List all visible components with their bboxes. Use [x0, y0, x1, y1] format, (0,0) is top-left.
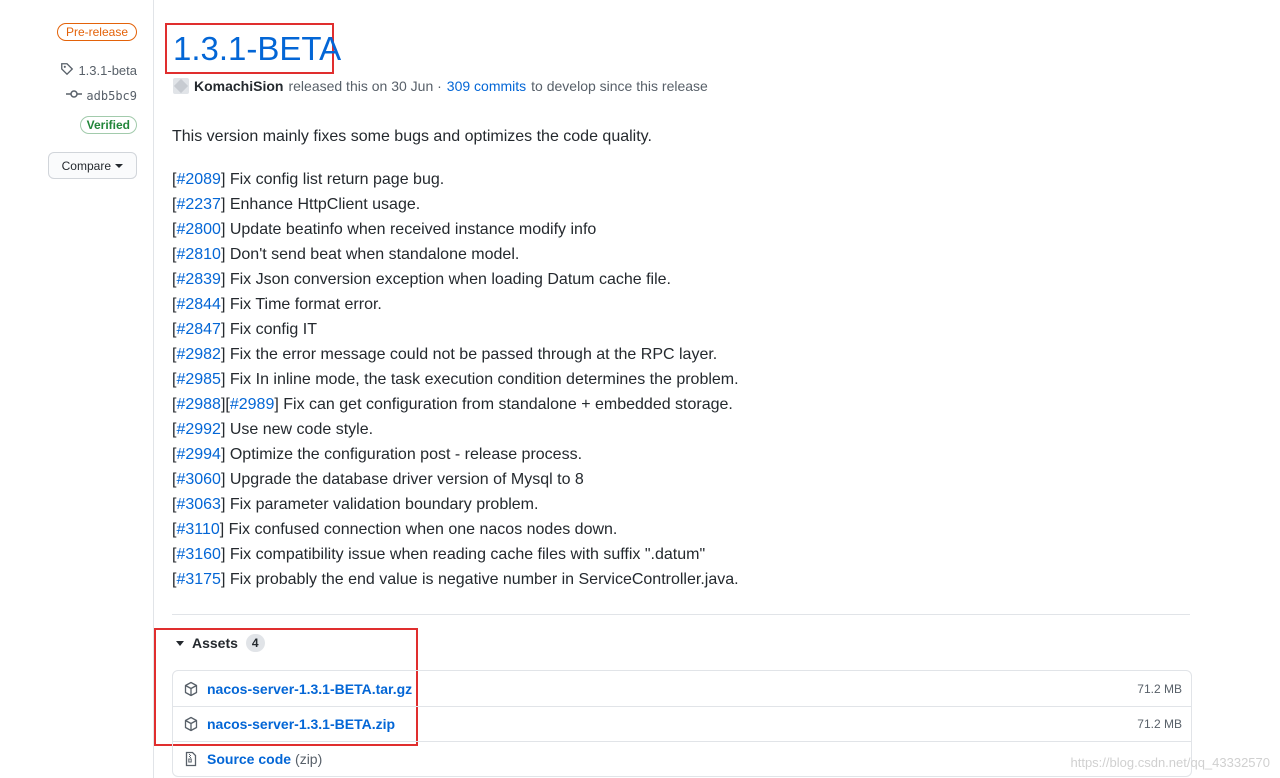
release-note-text: Fix can get configuration from standalon…: [278, 396, 733, 413]
release-note-text: Upgrade the database driver version of M…: [225, 471, 584, 488]
issue-link[interactable]: #2844: [176, 296, 221, 313]
release-notes-list: [#2089] Fix config list return page bug.…: [172, 167, 1182, 592]
assets-count: 4: [245, 634, 265, 652]
release-note-item: [#2237] Enhance HttpClient usage.: [172, 192, 1182, 217]
avatar[interactable]: [173, 78, 189, 94]
asset-link[interactable]: nacos-server-1.3.1-BETA.zip: [207, 716, 395, 732]
release-intro: This version mainly fixes some bugs and …: [172, 128, 652, 145]
assets-toggle[interactable]: Assets 4: [176, 634, 265, 652]
release-note-item: [#3063] Fix parameter validation boundar…: [172, 492, 1182, 517]
tag-icon: [60, 62, 74, 79]
release-notes-body: This version mainly fixes some bugs and …: [172, 125, 1182, 592]
release-note-item: [#2810] Don't send beat when standalone …: [172, 242, 1182, 267]
pre-release-badge: Pre-release: [56, 23, 137, 41]
release-meta: KomachiSion released this on 30 Jun · 30…: [173, 78, 708, 94]
asset-list: nacos-server-1.3.1-BETA.tar.gz 71.2 MB n…: [172, 670, 1192, 777]
release-note-item: [#3110] Fix confused connection when one…: [172, 517, 1182, 542]
release-note-text: Fix In inline mode, the task execution c…: [225, 371, 739, 388]
release-title[interactable]: 1.3.1-BETA: [173, 29, 341, 69]
issue-link[interactable]: #3110: [176, 521, 219, 538]
release-note-item: [#2089] Fix config list return page bug.: [172, 167, 1182, 192]
asset-row: Source code (zip): [173, 741, 1191, 776]
issue-link[interactable]: #2992: [176, 421, 221, 438]
release-note-item: [#2982] Fix the error message could not …: [172, 342, 1182, 367]
release-note-text: Fix compatibility issue when reading cac…: [225, 546, 706, 563]
tag-name: 1.3.1-beta: [78, 63, 137, 78]
divider: [172, 614, 1190, 615]
issue-link[interactable]: #2994: [176, 446, 221, 463]
release-sidebar: Pre-release 1.3.1-beta adb5bc9 Verified …: [0, 0, 153, 778]
release-note-item: [#2992] Use new code style.: [172, 417, 1182, 442]
release-note-text: Fix parameter validation boundary proble…: [225, 496, 539, 513]
commit-link[interactable]: adb5bc9: [66, 88, 137, 103]
assets-label: Assets: [192, 635, 238, 651]
release-note-item: [#3060] Upgrade the database driver vers…: [172, 467, 1182, 492]
file-zip-icon: [183, 751, 199, 767]
commit-hash: adb5bc9: [86, 88, 137, 103]
release-note-item: [#2844] Fix Time format error.: [172, 292, 1182, 317]
asset-row: nacos-server-1.3.1-BETA.zip 71.2 MB: [173, 706, 1191, 741]
issue-link[interactable]: #2988: [176, 396, 221, 413]
release-note-item: [#2800] Update beatinfo when received in…: [172, 217, 1182, 242]
release-note-text: Fix probably the end value is negative n…: [225, 571, 739, 588]
issue-link[interactable]: #2839: [176, 271, 221, 288]
release-note-text: Fix config IT: [225, 321, 317, 338]
commits-link[interactable]: 309 commits: [447, 78, 526, 94]
triangle-down-icon: [176, 640, 184, 646]
source-code-suffix: (zip): [295, 751, 323, 767]
release-note-text: Fix the error message could not be passe…: [225, 346, 718, 363]
issue-link[interactable]: #2800: [176, 221, 221, 238]
package-icon: [183, 716, 199, 732]
release-note-item: [#3160] Fix compatibility issue when rea…: [172, 542, 1182, 567]
issue-link[interactable]: #2847: [176, 321, 221, 338]
watermark: https://blog.csdn.net/qq_43332570: [1070, 755, 1271, 770]
release-note-text: Fix Time format error.: [225, 296, 382, 313]
release-note-text: Don't send beat when standalone model.: [225, 246, 520, 263]
release-note-text: Fix Json conversion exception when loadi…: [225, 271, 671, 288]
issue-link[interactable]: #3175: [176, 571, 221, 588]
compare-label: Compare: [61, 158, 111, 173]
release-note-item: [#2985] Fix In inline mode, the task exe…: [172, 367, 1182, 392]
asset-size: 71.2 MB: [1137, 681, 1182, 696]
chevron-down-icon: [115, 163, 123, 168]
release-note-text: Optimize the configuration post - releas…: [225, 446, 583, 463]
asset-link[interactable]: nacos-server-1.3.1-BETA.tar.gz: [207, 681, 412, 697]
issue-link[interactable]: #3060: [176, 471, 221, 488]
release-note-item: [#2839] Fix Json conversion exception wh…: [172, 267, 1182, 292]
source-code-link[interactable]: Source code: [207, 751, 291, 767]
package-icon: [183, 681, 199, 697]
release-note-text: Enhance HttpClient usage.: [225, 196, 421, 213]
release-note-item: [#2994] Optimize the configuration post …: [172, 442, 1182, 467]
release-note-item: [#2847] Fix config IT: [172, 317, 1182, 342]
issue-link[interactable]: #2089: [176, 171, 221, 188]
asset-size: 71.2 MB: [1137, 717, 1182, 731]
release-note-item: [#3175] Fix probably the end value is ne…: [172, 567, 1182, 592]
issue-link[interactable]: #2237: [176, 196, 221, 213]
issue-link[interactable]: #2985: [176, 371, 221, 388]
released-text: released this on 30 Jun ·: [288, 78, 442, 94]
issue-link[interactable]: #2989: [230, 396, 275, 413]
commit-icon: [66, 88, 83, 103]
release-note-text: Fix config list return page bug.: [225, 171, 445, 188]
issue-link[interactable]: #2810: [176, 246, 221, 263]
issue-link[interactable]: #3063: [176, 496, 221, 513]
release-note-text: Update beatinfo when received instance m…: [225, 221, 597, 238]
asset-row: nacos-server-1.3.1-BETA.tar.gz 71.2 MB: [173, 671, 1191, 706]
compare-button[interactable]: Compare: [47, 152, 137, 179]
author-link[interactable]: KomachiSion: [194, 78, 283, 94]
commits-suffix: to develop since this release: [531, 78, 708, 94]
tag-link[interactable]: 1.3.1-beta: [60, 62, 137, 79]
verified-badge[interactable]: Verified: [79, 116, 137, 134]
release-note-text: Fix confused connection when one nacos n…: [224, 521, 618, 538]
issue-link[interactable]: #3160: [176, 546, 221, 563]
release-note-item: [#2988][#2989] Fix can get configuration…: [172, 392, 1182, 417]
issue-link[interactable]: #2982: [176, 346, 221, 363]
release-note-text: Use new code style.: [225, 421, 374, 438]
